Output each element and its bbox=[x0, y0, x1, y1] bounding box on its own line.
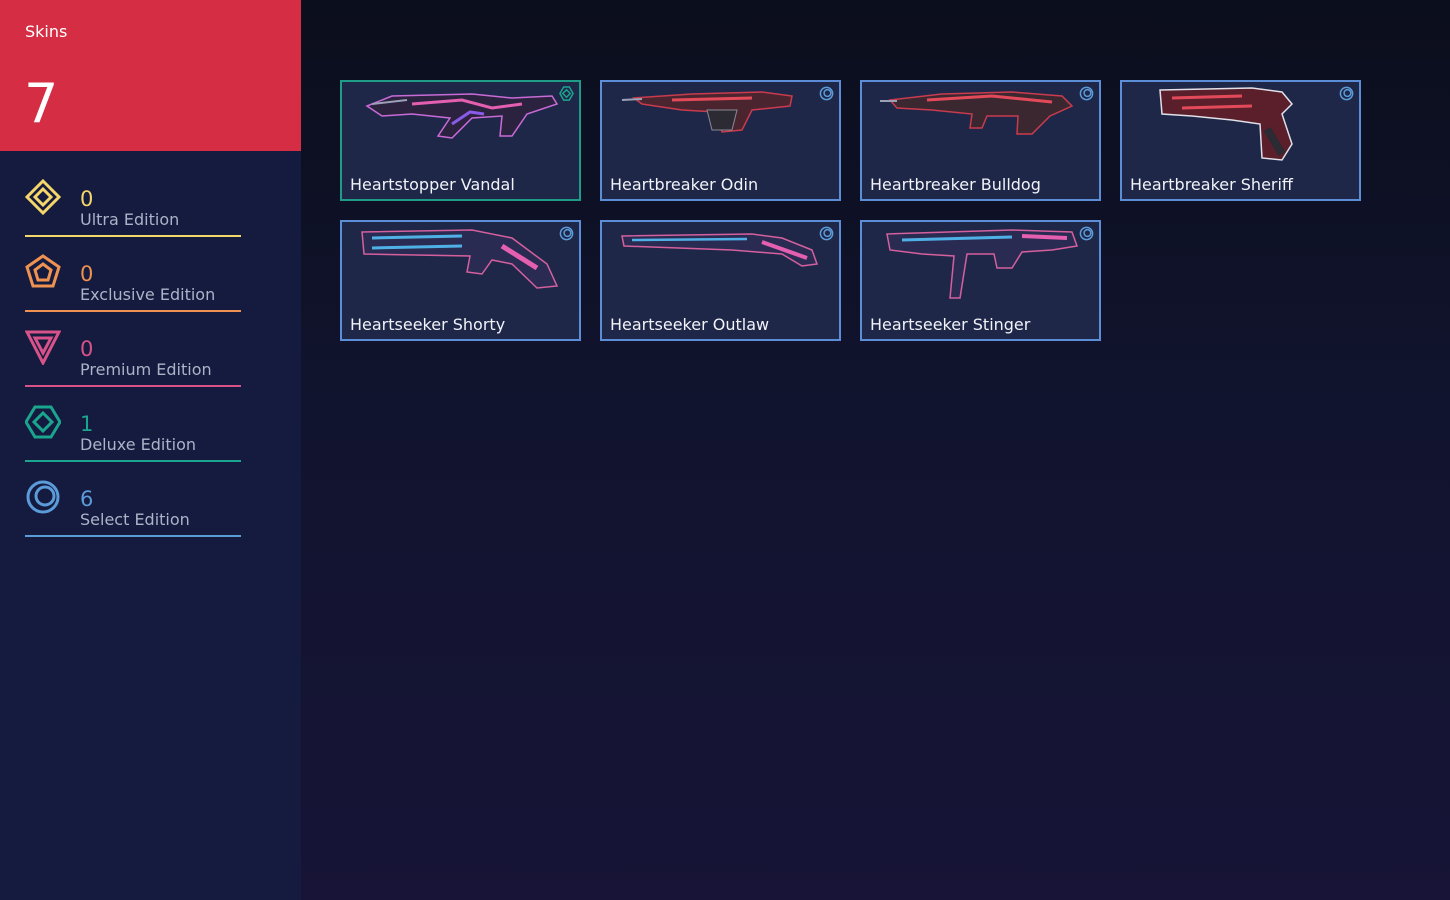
sheriff-skin-image bbox=[1159, 87, 1294, 161]
select-edition-icon bbox=[1079, 86, 1094, 101]
select-edition-icon bbox=[26, 480, 60, 514]
vandal-skin-image bbox=[365, 93, 559, 139]
skin-name: Heartseeker Outlaw bbox=[610, 315, 770, 334]
select-edition-icon bbox=[1079, 226, 1094, 241]
skin-name: Heartseeker Shorty bbox=[350, 315, 506, 334]
skin-name: Heartbreaker Bulldog bbox=[870, 175, 1041, 194]
odin-skin-image bbox=[621, 91, 793, 133]
tier-count: 1 bbox=[80, 412, 94, 436]
shorty-skin-image bbox=[361, 229, 559, 289]
tier-deluxe-edition[interactable]: 1 Deluxe Edition bbox=[25, 402, 241, 462]
tier-count: 0 bbox=[80, 262, 94, 286]
skin-card-heartbreaker-odin[interactable]: Heartbreaker Odin bbox=[600, 80, 841, 201]
skin-card-heartbreaker-bulldog[interactable]: Heartbreaker Bulldog bbox=[860, 80, 1101, 201]
ultra-edition-icon bbox=[25, 179, 61, 215]
total-skins-count: 7 bbox=[24, 72, 59, 135]
tier-label: Exclusive Edition bbox=[80, 285, 216, 304]
select-edition-icon bbox=[559, 226, 574, 241]
skins-summary-header: Skins 7 bbox=[0, 0, 301, 151]
tier-ultra-edition[interactable]: 0 Ultra Edition bbox=[25, 177, 241, 237]
skin-name: Heartbreaker Odin bbox=[610, 175, 759, 194]
outlaw-skin-image bbox=[621, 233, 819, 267]
sidebar-title: Skins bbox=[25, 22, 68, 41]
tier-label: Select Edition bbox=[80, 510, 190, 529]
tier-count: 0 bbox=[80, 187, 94, 211]
skin-card-heartbreaker-sheriff[interactable]: Heartbreaker Sheriff bbox=[1120, 80, 1361, 201]
tier-premium-edition[interactable]: 0 Premium Edition bbox=[25, 327, 241, 387]
skin-card-heartseeker-stinger[interactable]: Heartseeker Stinger bbox=[860, 220, 1101, 341]
skin-name: Heartseeker Stinger bbox=[870, 315, 1031, 334]
deluxe-edition-icon bbox=[25, 405, 61, 439]
tier-label: Deluxe Edition bbox=[80, 435, 197, 454]
tier-count: 0 bbox=[80, 337, 94, 361]
stinger-skin-image bbox=[886, 229, 1079, 299]
bulldog-skin-image bbox=[880, 91, 1074, 135]
premium-edition-icon bbox=[25, 330, 61, 365]
select-edition-icon bbox=[819, 226, 834, 241]
skin-card-heartseeker-shorty[interactable]: Heartseeker Shorty bbox=[340, 220, 581, 341]
tier-exclusive-edition[interactable]: 0 Exclusive Edition bbox=[25, 252, 241, 312]
skin-card-heartstopper-vandal[interactable]: Heartstopper Vandal bbox=[340, 80, 581, 201]
tier-count: 6 bbox=[80, 487, 94, 511]
exclusive-edition-icon bbox=[25, 254, 61, 288]
skin-card-heartseeker-outlaw[interactable]: Heartseeker Outlaw bbox=[600, 220, 841, 341]
tier-divider bbox=[25, 310, 241, 312]
tier-divider bbox=[25, 535, 241, 537]
tier-divider bbox=[25, 235, 241, 237]
skin-name: Heartstopper Vandal bbox=[350, 175, 515, 194]
skin-name: Heartbreaker Sheriff bbox=[1130, 175, 1293, 194]
select-edition-icon bbox=[1339, 86, 1354, 101]
tier-label: Premium Edition bbox=[80, 360, 212, 379]
tier-divider bbox=[25, 385, 241, 387]
select-edition-icon bbox=[819, 86, 834, 101]
tier-label: Ultra Edition bbox=[80, 210, 180, 229]
tier-divider bbox=[25, 460, 241, 462]
sidebar: Skins 7 0 Ultra Edition 0 Exclusive Edit… bbox=[0, 0, 301, 900]
tier-select-edition[interactable]: 6 Select Edition bbox=[25, 477, 241, 537]
deluxe-edition-icon bbox=[559, 86, 574, 101]
